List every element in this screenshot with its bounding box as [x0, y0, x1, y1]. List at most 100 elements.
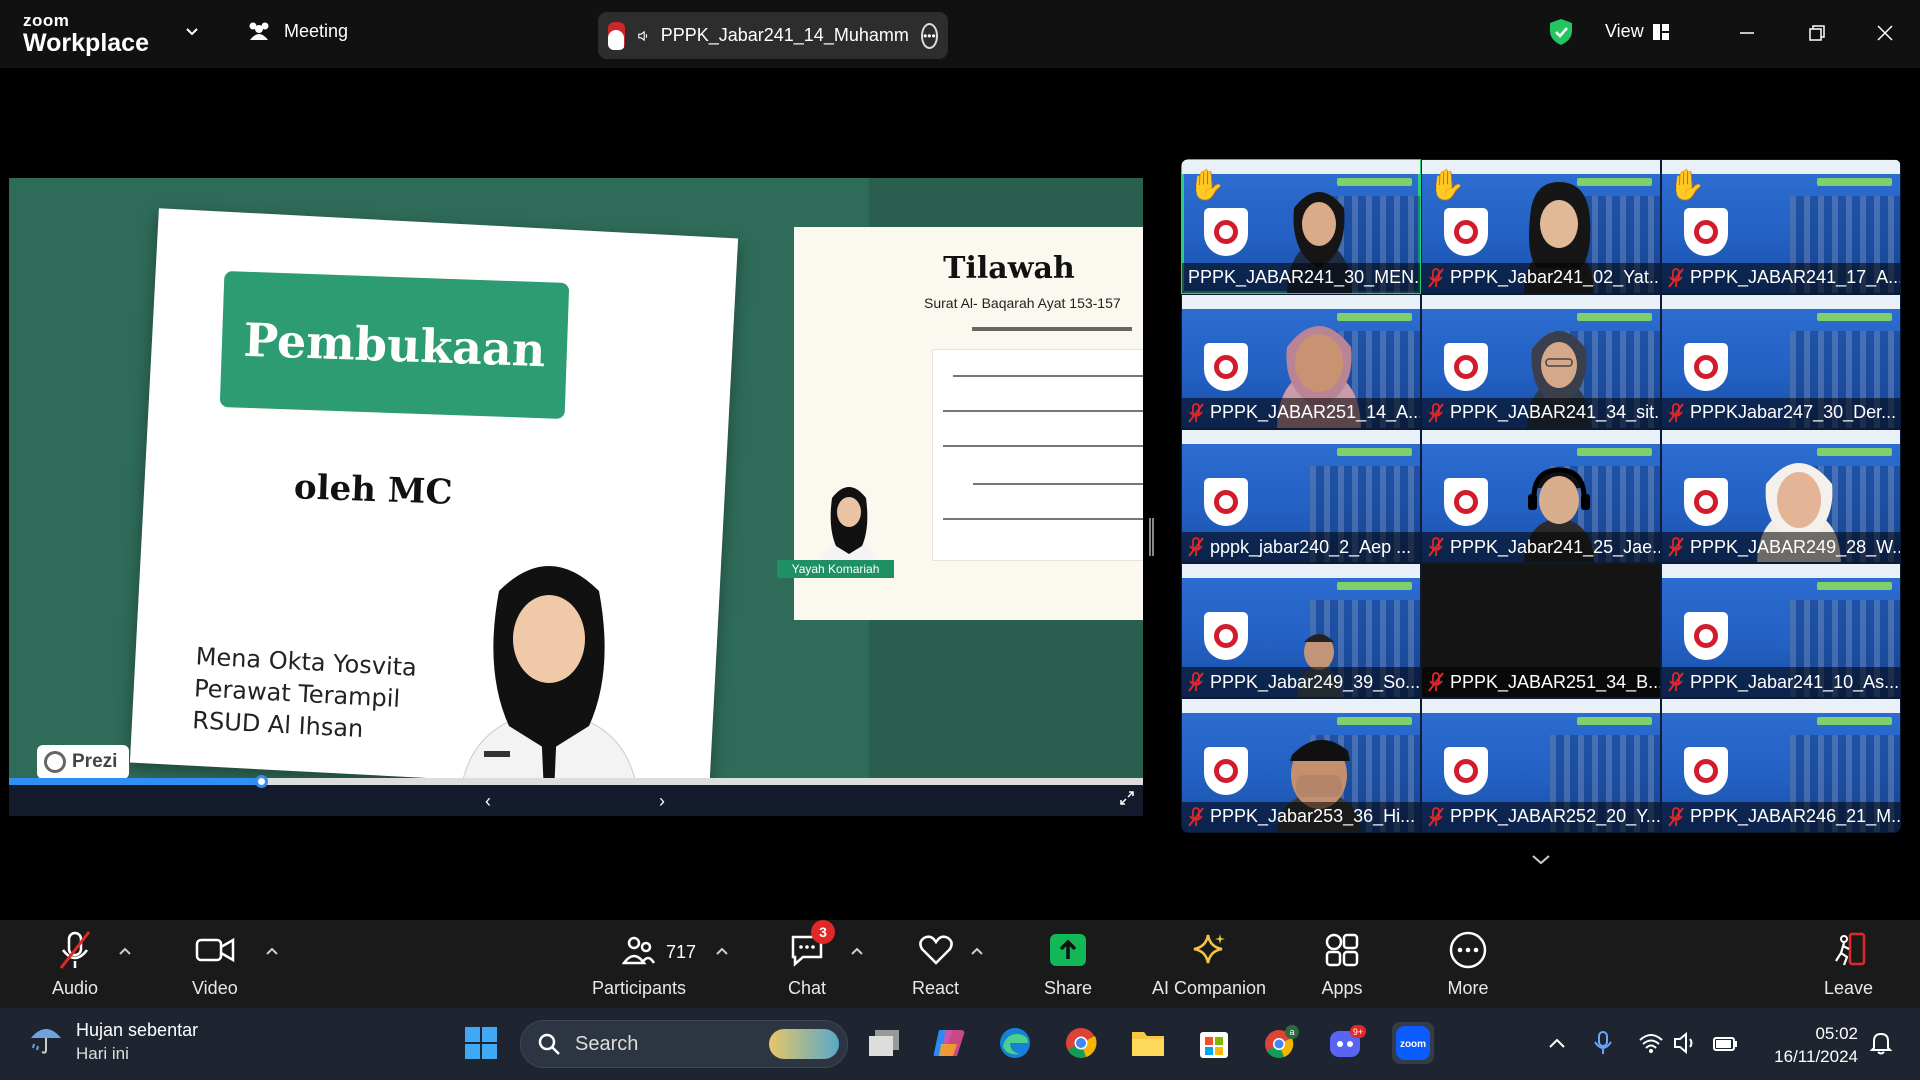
participant-tile[interactable]: PPPK_JABAR251_34_B... — [1421, 563, 1661, 699]
grid-view-icon — [1652, 23, 1669, 40]
video-button[interactable]: Video — [192, 928, 238, 999]
participant-tile[interactable]: PPPK_Jabar249_39_So... — [1181, 563, 1421, 699]
ai-sparkle-icon — [1187, 928, 1231, 972]
video-options-caret-icon[interactable] — [265, 946, 279, 956]
tile-banner — [1662, 699, 1900, 726]
minimize-button[interactable] — [1732, 18, 1762, 48]
prezi-logo[interactable]: Prezi — [37, 745, 129, 779]
encryption-shield-icon[interactable] — [1548, 18, 1574, 46]
next-slide-button[interactable]: › — [659, 791, 665, 812]
windows-taskbar: Hujan sebentar Hari ini Search a 9+ zoom — [0, 1008, 1920, 1080]
audio-options-caret-icon[interactable] — [118, 946, 132, 956]
chat-unread-badge: 3 — [811, 920, 835, 944]
progress-knob[interactable] — [254, 775, 268, 788]
arabic-basmalah — [972, 327, 1132, 331]
video-camera-icon — [193, 928, 237, 972]
more-label: More — [1447, 978, 1489, 998]
brand-bottom: Workplace — [23, 29, 149, 57]
ai-companion-button[interactable]: AI Companion — [1152, 928, 1266, 999]
weather-widget[interactable]: Hujan sebentar Hari ini — [28, 1020, 198, 1064]
participant-tile[interactable]: ✋ PPPK_Jabar241_02_Yat... — [1421, 159, 1661, 294]
participant-tile[interactable]: PPPK_JABAR246_21_M... — [1661, 698, 1901, 833]
participants-button[interactable]: Participants — [592, 928, 686, 999]
share-button[interactable]: Share — [1044, 928, 1092, 999]
chat-options-caret-icon[interactable] — [850, 946, 864, 956]
presenter-tag: Yayah Komariah — [777, 560, 894, 578]
participant-name-label: PPPK_JABAR249_28_W... — [1662, 532, 1900, 563]
shared-screen[interactable]: Pembukaan oleh MC Mena Okta Yosvita Pera… — [9, 178, 1143, 816]
raised-hand-icon: ✋ — [1668, 169, 1706, 202]
participant-tile[interactable]: pppk_jabar240_2_Aep ... — [1181, 428, 1421, 564]
mic-muted-icon — [1428, 537, 1444, 558]
organization-logo — [1204, 612, 1248, 661]
apps-button[interactable]: Apps — [1320, 928, 1364, 999]
start-button[interactable] — [460, 1022, 502, 1064]
chrome-profile-app[interactable]: a — [1260, 1022, 1302, 1064]
participant-tile[interactable]: PPPK_Jabar253_36_Hi... — [1181, 698, 1421, 833]
more-options-icon[interactable]: ••• — [920, 22, 938, 49]
ai-companion-label: AI Companion — [1152, 978, 1267, 998]
task-view-button[interactable] — [863, 1022, 905, 1064]
battery-icon[interactable] — [1712, 1030, 1738, 1056]
restore-icon — [1809, 25, 1825, 41]
participants-label: Participants — [592, 978, 687, 998]
arabic-verses-box — [932, 349, 1143, 561]
microphone-icon[interactable] — [1590, 1030, 1616, 1056]
file-explorer-app[interactable] — [1127, 1022, 1169, 1064]
resize-handle[interactable] — [1149, 518, 1154, 556]
organization-logo — [1684, 612, 1728, 661]
participant-tile[interactable]: PPPK_JABAR252_20_Y... — [1421, 698, 1661, 833]
close-button[interactable] — [1870, 18, 1900, 48]
mic-muted-icon — [1668, 807, 1684, 827]
participants-icon — [617, 928, 661, 972]
participant-tile[interactable]: PPPK_JABAR251_14_A... — [1181, 293, 1421, 429]
mic-muted-icon — [1428, 402, 1444, 423]
chat-button[interactable]: 3 Chat — [785, 920, 835, 999]
copilot-app[interactable] — [928, 1022, 970, 1064]
taskbar-search[interactable]: Search — [520, 1020, 848, 1068]
mic-muted-icon — [1668, 402, 1684, 423]
participant-tile[interactable]: ✋ PPPK_JABAR241_17_A... — [1661, 159, 1901, 294]
tile-banner — [1182, 429, 1420, 456]
fullscreen-icon[interactable] — [1119, 790, 1135, 806]
weather-subtitle: Hari ini — [76, 1044, 129, 1063]
audio-button[interactable]: Audio — [52, 928, 98, 999]
tile-banner — [1182, 294, 1420, 321]
participant-name: PPPK_JABAR252_20_Y... — [1450, 806, 1660, 827]
edge-browser-app[interactable] — [994, 1022, 1036, 1064]
participants-options-caret-icon[interactable] — [715, 946, 729, 956]
gallery-scroll-down-icon[interactable] — [1530, 848, 1552, 870]
participant-tile[interactable]: PPPK_JABAR249_28_W... — [1661, 428, 1901, 564]
audio-label: Audio — [52, 978, 99, 998]
chevron-down-icon[interactable] — [184, 24, 200, 40]
microsoft-store-app[interactable] — [1193, 1022, 1235, 1064]
participant-tile[interactable]: PPPK_Jabar241_25_Jae... — [1421, 428, 1661, 564]
prev-slide-button[interactable]: ‹ — [485, 791, 491, 812]
discord-app[interactable]: 9+ — [1326, 1022, 1368, 1064]
participant-name: PPPKJabar247_30_Der... — [1690, 402, 1897, 423]
meeting-info-button[interactable]: Meeting — [246, 20, 348, 42]
participant-tile[interactable]: PPPK_JABAR241_34_sit... — [1421, 293, 1661, 429]
react-options-caret-icon[interactable] — [970, 946, 984, 956]
volume-icon[interactable] — [1672, 1030, 1698, 1056]
system-clock[interactable]: 05:02 16/11/2024 — [1762, 1022, 1858, 1068]
restore-button[interactable] — [1802, 18, 1832, 48]
prezi-label: Prezi — [72, 751, 118, 772]
more-button[interactable]: More — [1446, 928, 1490, 999]
notifications-bell-icon[interactable] — [1868, 1030, 1894, 1056]
leave-button[interactable]: Leave — [1824, 928, 1873, 999]
react-button[interactable]: React — [912, 928, 959, 999]
chrome-app[interactable] — [1060, 1022, 1102, 1064]
participant-tile[interactable]: ✋ PPPK_JABAR241_30_MEN... — [1181, 159, 1421, 294]
zoom-app[interactable]: zoom — [1392, 1022, 1434, 1064]
participant-tile[interactable]: PPPKJabar247_30_Der... — [1661, 293, 1901, 429]
presentation-progress[interactable] — [9, 775, 1143, 788]
wifi-icon[interactable] — [1638, 1030, 1664, 1056]
participant-tile[interactable]: PPPK_Jabar241_10_As... — [1661, 563, 1901, 699]
active-speaker-pill[interactable]: PPPK_Jabar241_14_Muhamm ••• — [598, 12, 948, 59]
apps-label: Apps — [1321, 978, 1363, 998]
participant-gallery: ✋ PPPK_JABAR241_30_MEN... ✋ PPPK_Jabar241_0… — [1181, 159, 1901, 833]
show-hidden-icons-icon[interactable] — [1544, 1030, 1570, 1056]
prezi-controls: ‹ › — [9, 775, 1143, 816]
view-button[interactable]: View — [1605, 21, 1670, 42]
